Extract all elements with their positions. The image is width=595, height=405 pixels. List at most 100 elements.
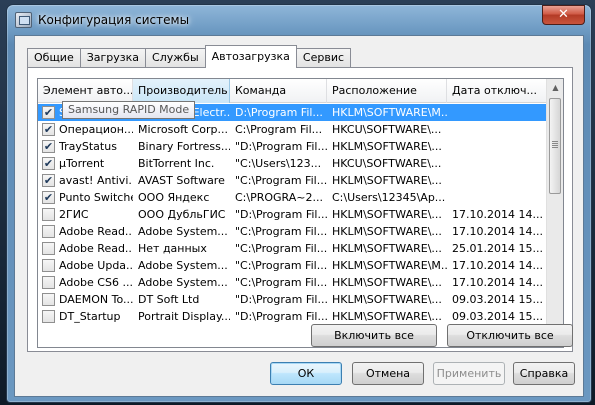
item-name: 2ГИС xyxy=(59,208,89,221)
item-location: HKLM\SOFTWARE\... xyxy=(332,208,442,221)
cancel-button[interactable]: Отмена xyxy=(352,362,424,385)
item-date: 17.10.2014 14... xyxy=(452,276,543,289)
item-maker: BitTorrent Inc. xyxy=(138,157,215,170)
tab-2[interactable]: Службы xyxy=(145,48,206,68)
list-item[interactable]: 2ГИС ООО ДубльГИС "D:\Program Fil... HKLM\S… xyxy=(38,206,548,223)
enable-checkbox[interactable]: ✔ xyxy=(42,174,55,187)
item-name-cell: ✔ Punto Switcher xyxy=(38,189,133,206)
disable-all-button[interactable]: Отключить все xyxy=(447,324,573,347)
enable-checkbox[interactable]: ✔ xyxy=(42,106,55,119)
list-item[interactable]: Adobe Read... Нет данных "C:\Program Fil..… xyxy=(38,240,548,257)
list-item[interactable]: Adobe Upda... Adobe System... "C:\Program … xyxy=(38,257,548,274)
item-name-cell: DT_Startup xyxy=(38,308,133,325)
item-maker: Binary Fortress... xyxy=(138,140,230,153)
item-command: "C:\Program Fil... xyxy=(235,225,327,238)
list-item[interactable]: Adobe Read... Adobe System... "C:\Program … xyxy=(38,223,548,240)
close-button[interactable]: ✕ xyxy=(542,5,585,25)
vertical-scrollbar[interactable]: ▲ ▼ xyxy=(546,79,563,347)
ok-button[interactable]: ОК xyxy=(270,362,342,385)
item-name: DT_Startup xyxy=(59,310,121,323)
list-item[interactable]: DAEMON To... DT Soft Ltd "D:\Program Fil..… xyxy=(38,291,548,308)
item-command: "C:\Program Fil... xyxy=(235,242,327,255)
item-name-cell: Adobe Read... xyxy=(38,223,133,240)
item-command: "D:\Program Fil... xyxy=(235,208,327,221)
tab-strip: Общие Загрузка Службы Автозагрузка Сервис xyxy=(27,45,352,68)
item-maker: DT Soft Ltd xyxy=(138,293,200,306)
list-item[interactable]: DT_Startup Portrait Display... "D:\Program… xyxy=(38,308,548,325)
item-name-cell: Adobe Read... xyxy=(38,240,133,257)
column-header[interactable]: Расположение xyxy=(327,79,447,103)
item-maker: Нет данных xyxy=(138,242,207,255)
item-name: Adobe CS6 ... xyxy=(59,276,133,289)
list-item[interactable]: Adobe CS6 ... Adobe System... "C:\Program … xyxy=(38,274,548,291)
tab-4[interactable]: Сервис xyxy=(295,48,352,68)
enable-checkbox[interactable] xyxy=(42,276,55,289)
list-item[interactable]: ✔ avast! Antivi... AVAST Software "C:\Progr… xyxy=(38,172,548,189)
item-location: HKCU\SOFTWARE\... xyxy=(332,123,442,136)
item-name: Punto Switcher xyxy=(59,191,133,204)
item-name: TrayStatus xyxy=(59,140,117,153)
title-bar[interactable]: Конфигурация системы ✕ xyxy=(7,5,591,35)
item-maker: Adobe System... xyxy=(138,259,228,272)
item-name-cell: 2ГИС xyxy=(38,206,133,223)
enable-checkbox[interactable]: ✔ xyxy=(42,157,55,170)
enable-checkbox[interactable]: ✔ xyxy=(42,191,55,204)
column-header[interactable]: Команда xyxy=(230,79,327,103)
help-button[interactable]: Справка xyxy=(513,362,575,385)
list-item[interactable]: ✔ TrayStatus Binary Fortress... "D:\Program… xyxy=(38,138,548,155)
enable-all-button[interactable]: Включить все xyxy=(311,324,437,347)
item-location: HKCU\SOFTWARE\... xyxy=(332,157,442,170)
item-command: "C:\Program Fil... xyxy=(235,259,327,272)
column-header[interactable]: Дата отключ... xyxy=(447,79,548,103)
item-name-cell: Adobe Upda... xyxy=(38,257,133,274)
item-date: 09.03.2014 15... xyxy=(452,293,543,306)
item-command: D:\Program Fil... xyxy=(235,106,323,119)
enable-checkbox[interactable] xyxy=(42,293,55,306)
item-location: HKLM\SOFTWARE\M... xyxy=(332,259,447,272)
scroll-thumb[interactable] xyxy=(549,98,561,194)
enable-checkbox[interactable] xyxy=(42,225,55,238)
item-maker: ООО ДубльГИС xyxy=(138,208,226,221)
item-location: HKLM\SOFTWARE\M... xyxy=(332,106,447,119)
enable-checkbox[interactable]: ✔ xyxy=(42,140,55,153)
enable-checkbox[interactable] xyxy=(42,208,55,221)
item-command: C:\PROGRA~2... xyxy=(235,191,323,204)
item-command: "D:\Program Fil... xyxy=(235,140,327,153)
item-name: µTorrent xyxy=(59,157,105,170)
item-date: 17.10.2014 14... xyxy=(452,225,543,238)
apply-button[interactable]: Применить xyxy=(433,362,505,385)
window-title: Конфигурация системы xyxy=(38,13,190,27)
item-location: HKLM\SOFTWARE\... xyxy=(332,293,442,306)
list-item[interactable]: ✔ µTorrent BitTorrent Inc. "C:\Users\123...… xyxy=(38,155,548,172)
item-date: 17.10.2014 14... xyxy=(452,208,543,221)
item-command: "C:\Program Fil... xyxy=(235,174,327,187)
item-name: avast! Antivi... xyxy=(59,174,133,187)
list-item[interactable]: ✔ Операцион... Microsoft Corp... C:\Program… xyxy=(38,121,548,138)
item-name: DAEMON To... xyxy=(59,293,133,306)
enable-checkbox[interactable] xyxy=(42,259,55,272)
item-name: Adobe Read... xyxy=(59,225,133,238)
item-location: HKLM\SOFTWARE\... xyxy=(332,140,442,153)
list-item[interactable]: ✔ Punto Switcher ООО Яндекс C:\PROGRA~2... C… xyxy=(38,189,548,206)
item-command: "D:\Program Fil... xyxy=(235,310,327,323)
item-command: "C:\Program Fil... xyxy=(235,276,327,289)
item-command: C:\Program Fil... xyxy=(235,123,323,136)
item-name: Adobe Upda... xyxy=(59,259,133,272)
tab-1[interactable]: Загрузка xyxy=(79,48,147,68)
enable-checkbox[interactable] xyxy=(42,242,55,255)
item-name-cell: Adobe CS6 ... xyxy=(38,274,133,291)
item-name: Операцион... xyxy=(59,123,133,136)
column-header[interactable]: Элемент авто... xyxy=(38,79,133,103)
column-header[interactable]: Производитель xyxy=(133,79,230,103)
tab-0[interactable]: Общие xyxy=(27,48,81,68)
item-maker: Portrait Display... xyxy=(138,310,230,323)
item-tooltip: Samsung RAPID Mode xyxy=(62,101,196,119)
tab-3[interactable]: Автозагрузка xyxy=(204,45,297,68)
item-command: "D:\Program Fil... xyxy=(235,293,327,306)
startup-list[interactable]: Элемент авто... Производитель Команда Распо… xyxy=(37,78,564,348)
enable-checkbox[interactable]: ✔ xyxy=(42,123,55,136)
item-command: "C:\Users\123... xyxy=(235,157,322,170)
enable-checkbox[interactable] xyxy=(42,310,55,323)
scroll-up-icon[interactable]: ▲ xyxy=(547,79,563,96)
item-name-cell: DAEMON To... xyxy=(38,291,133,308)
